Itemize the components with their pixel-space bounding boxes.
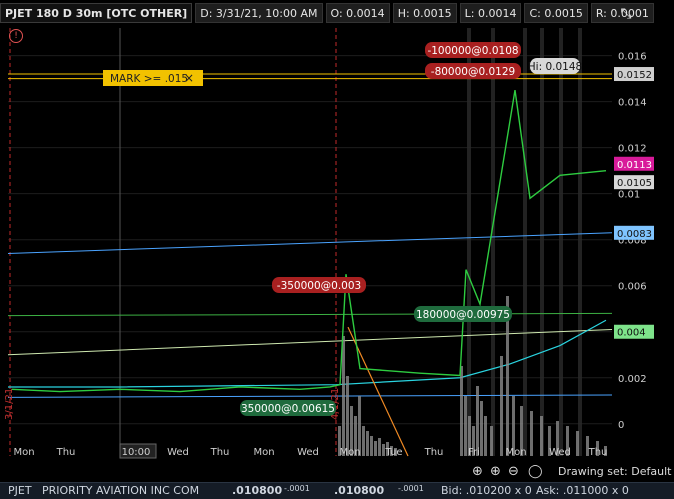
alert-close-icon: × bbox=[184, 71, 194, 85]
x-tick-label: Thu bbox=[588, 447, 608, 458]
x-tick-label: Mon bbox=[253, 447, 274, 458]
drawing-set-label[interactable]: Drawing set: Default bbox=[558, 465, 671, 478]
volume-bar bbox=[362, 426, 365, 456]
x-tick-label: Fri bbox=[468, 447, 480, 458]
x-tick-label: Wed bbox=[549, 447, 571, 458]
status-last: .010800 bbox=[232, 484, 283, 497]
volume-bar bbox=[370, 436, 373, 456]
badge-mark: 0.0152 bbox=[617, 70, 652, 81]
volume-bar bbox=[378, 438, 381, 456]
x-tick-label: Mon bbox=[505, 447, 526, 458]
x-tick-label: Thu bbox=[56, 447, 76, 458]
header-bar: PJET 180 D 30m [OTC OTHER] D: 3/31/21, 1… bbox=[0, 0, 674, 26]
low-label: L: 0.0014 bbox=[459, 3, 522, 23]
status-name: PRIORITY AVIATION INC COM bbox=[42, 484, 200, 497]
volume-bar bbox=[540, 416, 543, 456]
y-tick-label: 0.014 bbox=[618, 98, 647, 109]
crosshair-icon[interactable]: ⊕ bbox=[472, 464, 483, 479]
x-tick-label: Mon bbox=[13, 447, 34, 458]
session-band bbox=[540, 28, 544, 456]
badge-close: 0.0105 bbox=[617, 178, 652, 189]
hi-label: Hi: 0.0148 bbox=[528, 61, 582, 73]
y-tick-label: 0.002 bbox=[618, 374, 647, 385]
volume-bar bbox=[366, 431, 369, 456]
rotated-date-left: 3/1/21 bbox=[4, 388, 15, 420]
volume-bar bbox=[464, 396, 467, 456]
order-label-1: -100000@0.0108 bbox=[427, 45, 518, 57]
ellipse-icon[interactable]: ◯ bbox=[528, 464, 543, 479]
date-label: D: 3/31/21, 10:00 AM bbox=[195, 3, 323, 23]
order-label-4: 180000@0.00975 bbox=[416, 309, 510, 321]
status-ticker[interactable]: PJET bbox=[8, 484, 32, 497]
volume-bar bbox=[460, 366, 463, 456]
zoom-out-icon[interactable]: ⊖ bbox=[508, 464, 519, 479]
session-band bbox=[491, 28, 495, 456]
symbol-label[interactable]: PJET 180 D 30m [OTC OTHER] bbox=[0, 3, 193, 23]
info-icon[interactable]: ! bbox=[9, 29, 23, 43]
y-tick-label: 0.006 bbox=[618, 282, 647, 293]
x-tick-label: Mon bbox=[339, 447, 360, 458]
volume-bar bbox=[490, 426, 493, 456]
session-band bbox=[578, 28, 582, 456]
x-tick-label: Wed bbox=[297, 447, 319, 458]
expand-icon[interactable]: ⤡ bbox=[618, 6, 634, 22]
open-label: O: 0.0014 bbox=[325, 3, 390, 23]
session-band bbox=[467, 28, 471, 456]
y-tick-label: 0 bbox=[618, 420, 624, 431]
order-label-2: -80000@0.0129 bbox=[431, 66, 515, 78]
alert-tag-label: MARK >= .015 bbox=[110, 73, 188, 85]
order-label-3: -350000@0.003 bbox=[277, 280, 361, 292]
badge-avg-high: 0.0083 bbox=[617, 229, 652, 240]
y-tick-label: 0.012 bbox=[618, 144, 647, 155]
price-chart[interactable]: 0.0160.0140.0120.010.0080.0060.0040.0020… bbox=[0, 0, 674, 498]
x-tick-label: 10:00 bbox=[122, 447, 151, 458]
x-tick-label: Thu bbox=[424, 447, 444, 458]
volume-bar bbox=[346, 376, 349, 456]
badge-avg-low: 0.004 bbox=[617, 328, 646, 339]
zoom-in-icon[interactable]: ⊕ bbox=[490, 464, 501, 479]
y-tick-label: 0.01 bbox=[618, 190, 640, 201]
x-tick-label: Wed bbox=[167, 447, 189, 458]
status-ask: Ask: .011000 x 0 bbox=[536, 484, 629, 497]
order-label-5: 350000@0.00615 bbox=[241, 403, 335, 415]
volume-bar bbox=[484, 416, 487, 456]
volume-bar bbox=[576, 431, 579, 456]
volume-bar bbox=[480, 401, 483, 456]
volume-bar bbox=[476, 386, 479, 456]
badge-last: 0.0113 bbox=[617, 160, 652, 171]
y-axis: 0.0160.0140.0120.010.0080.0060.0040.0020 bbox=[618, 52, 647, 431]
x-tick-label: Tue bbox=[384, 447, 402, 458]
volume-bar bbox=[342, 336, 345, 456]
status-bid: Bid: .010200 x 0 bbox=[441, 484, 532, 497]
status-mark-change: -.0001 bbox=[398, 484, 424, 493]
high-label: H: 0.0015 bbox=[392, 3, 457, 23]
session-band bbox=[559, 28, 563, 456]
x-tick-label: Thu bbox=[210, 447, 230, 458]
session-band bbox=[523, 28, 527, 456]
status-change: -.0001 bbox=[284, 484, 310, 493]
status-mark: .010800 bbox=[334, 484, 385, 497]
volume-bar bbox=[374, 441, 377, 456]
close-label: C: 0.0015 bbox=[524, 3, 588, 23]
volume-bar bbox=[530, 411, 533, 456]
y-tick-label: 0.016 bbox=[618, 52, 647, 63]
status-bar: PJET PRIORITY AVIATION INC COM .010800 -… bbox=[0, 482, 674, 499]
volume-bar bbox=[500, 356, 503, 456]
